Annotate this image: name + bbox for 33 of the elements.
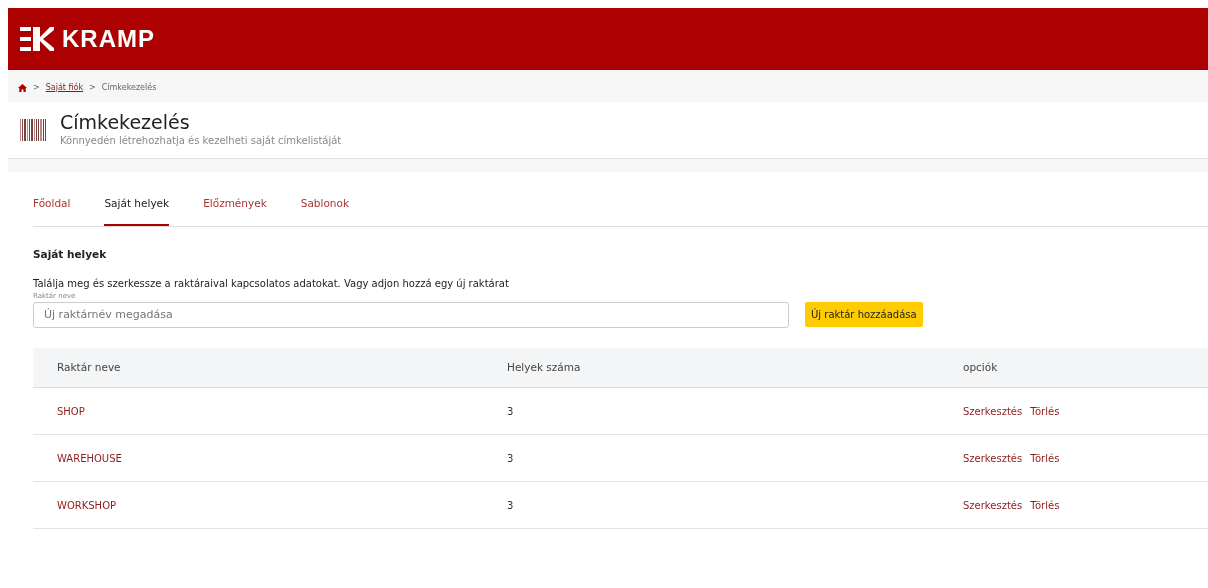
- tab[interactable]: Saját helyek: [104, 187, 170, 226]
- tab[interactable]: Sablonok: [300, 187, 349, 226]
- column-header: opciók: [939, 347, 1208, 388]
- section-description: Találja meg és szerkessze a raktáraival kapcsolatos adatokat. Vagy adjon hozzá egy új raktárat: [33, 277, 510, 292]
- warehouse-link[interactable]: SHOP: [57, 405, 85, 417]
- logo-icon: [20, 26, 54, 52]
- action-link[interactable]: Törlés: [1030, 403, 1060, 419]
- column-header: Raktár neve: [33, 347, 483, 388]
- breadcrumb-separator: >: [89, 82, 96, 94]
- page-subtitle: Könnyedén létrehozhatja és kezelheti saját címkelistáját: [60, 133, 342, 148]
- action-link[interactable]: Szerkesztés: [963, 497, 1023, 513]
- tab[interactable]: Előzmények: [203, 187, 267, 226]
- action-link[interactable]: Szerkesztés: [963, 403, 1023, 419]
- barcode-icon: [20, 118, 46, 141]
- breadcrumb-separator: >: [33, 82, 40, 94]
- breadcrumb-link[interactable]: Címkekezelés: [101, 82, 157, 94]
- home-icon[interactable]: [18, 84, 27, 92]
- tab[interactable]: Főoldal: [33, 187, 71, 226]
- page-title: Címkekezelés: [60, 112, 191, 133]
- warehouse-link[interactable]: WAREHOUSE: [57, 452, 122, 464]
- logo-text: KRAMP: [62, 24, 155, 54]
- input-field[interactable]: Új raktárnév megadása: [33, 301, 789, 328]
- breadcrumb-link[interactable]: Saját fiók: [45, 82, 84, 94]
- table-cell: 3: [483, 387, 939, 435]
- table-cell: 3: [483, 434, 939, 482]
- action-link[interactable]: Szerkesztés: [963, 450, 1023, 466]
- table-cell: 3: [483, 481, 939, 529]
- action-link[interactable]: Törlés: [1030, 450, 1060, 466]
- warehouse-link[interactable]: WORKSHOP: [57, 499, 117, 511]
- add-button[interactable]: Új raktár hozzáadása: [805, 302, 923, 328]
- section-title: Saját helyek: [33, 246, 108, 262]
- column-header: Helyek száma: [483, 347, 939, 388]
- action-link[interactable]: Törlés: [1030, 497, 1060, 513]
